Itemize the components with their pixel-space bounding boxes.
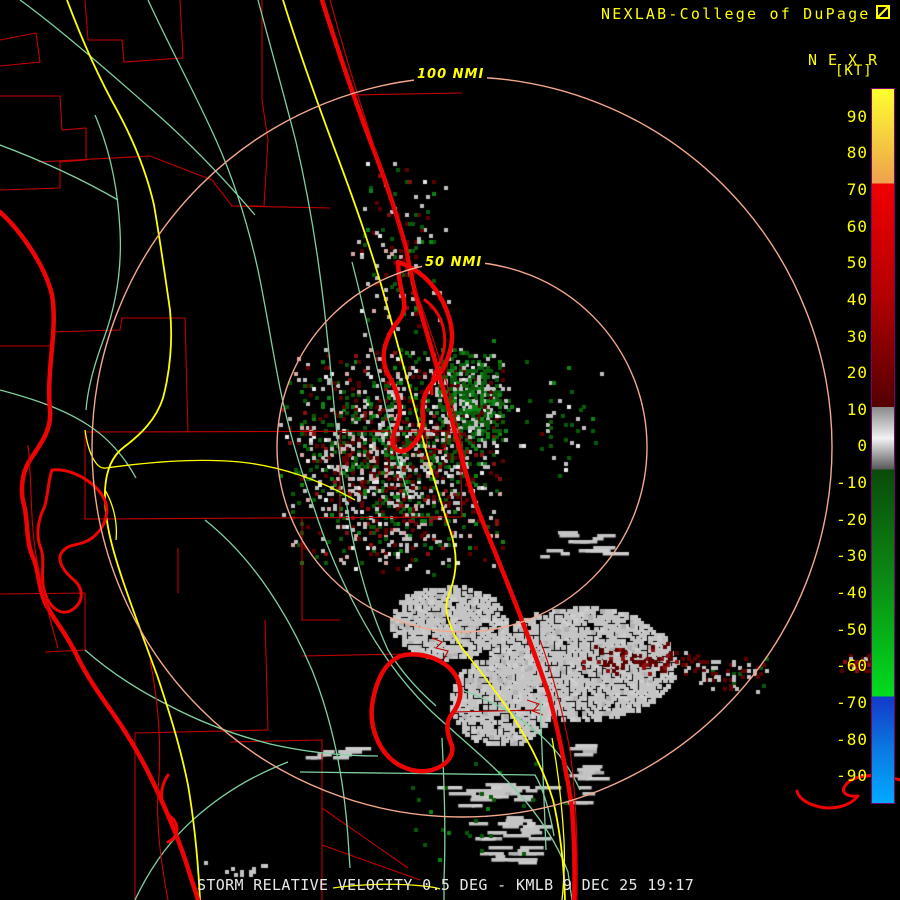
colorbar-tick-label: 20 (846, 363, 868, 383)
highway-i95 (282, 0, 566, 900)
colorbar-tick-label: 10 (846, 399, 868, 419)
velocity-colorbar (871, 88, 895, 804)
colorbar-tick-label: 30 (846, 326, 868, 346)
coastal-detail-lines (27, 0, 578, 900)
range-ring-label-50nmi: 50 NMI (422, 255, 486, 270)
colorbar-tick-label: -90 (836, 766, 868, 786)
basemap-layer (0, 0, 900, 900)
colorbar-tick-label: -80 (836, 729, 868, 749)
radar-display: NEXLAB-College of DuPage NEXR [KT] 90 80 7… (0, 0, 900, 900)
tampa-bay (36, 468, 109, 614)
rivers (0, 0, 581, 900)
colorbar-tick-label: 60 (846, 216, 868, 236)
colorbar-tick-label: -60 (836, 656, 868, 676)
highway-i4 (105, 459, 356, 501)
colorbar-tick-label: -40 (836, 583, 868, 603)
gulf-coastline (0, 209, 201, 900)
colorbar-tick-label: -20 (836, 509, 868, 529)
colorbar-tick-label: 0 (857, 436, 868, 456)
colorbar-tick-label: 90 (846, 106, 868, 126)
colorbar-tick-label: -50 (836, 619, 868, 639)
colorbar-tick-label: 80 (846, 143, 868, 163)
colorbar-tick-label: 40 (846, 289, 868, 309)
colorbar-units-label: [KT] (835, 63, 873, 79)
brand-text: NEXLAB-College of DuPage (601, 5, 871, 23)
colorbar-tick-label: -70 (836, 693, 868, 713)
colorbar-tick-label: -30 (836, 546, 868, 566)
cod-box-diagonal-icon (876, 5, 890, 19)
product-title: STORM RELATIVE VELOCITY 0.5 DEG - KMLB 9… (197, 876, 695, 894)
colorbar-tick-label: -10 (836, 473, 868, 493)
colorbar-tick-label: 50 (846, 253, 868, 273)
range-ring-label-100nmi: 100 NMI (414, 67, 488, 82)
east-coastline (319, 0, 577, 900)
colorbar-tick-label: 70 (846, 179, 868, 199)
lake-okeechobee (369, 652, 463, 774)
